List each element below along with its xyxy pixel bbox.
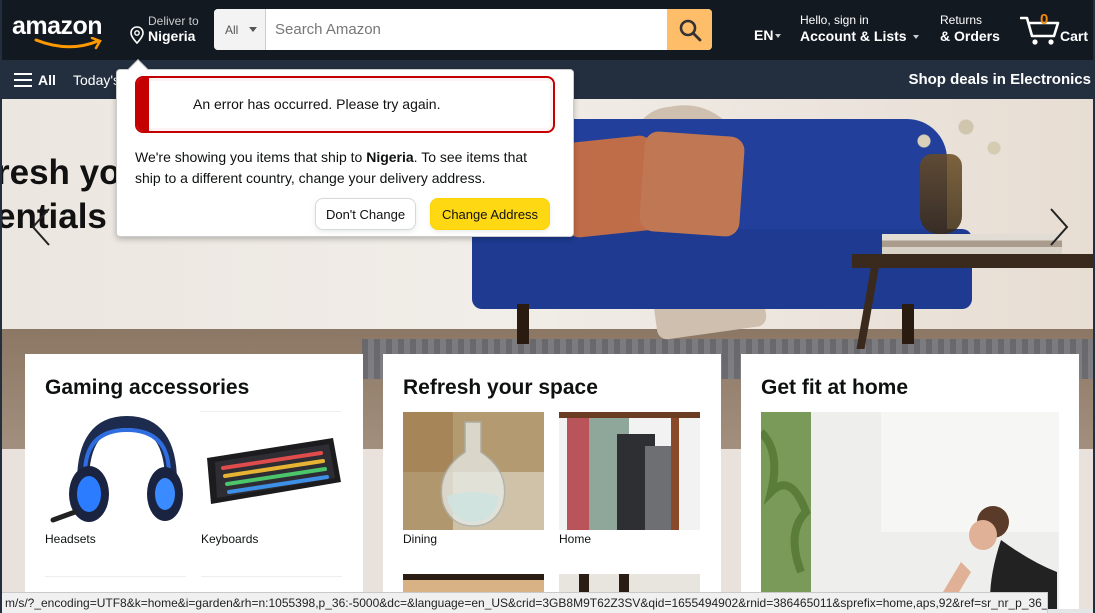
account-menu[interactable]: Hello, sign in Account & Lists [800, 13, 919, 44]
location-pin-icon [130, 26, 144, 44]
delivery-location-popover: An error has occurred. Please try again.… [116, 59, 574, 237]
dont-change-button[interactable]: Don't Change [315, 198, 416, 230]
chevron-down-icon [912, 35, 919, 40]
error-message: An error has occurred. Please try again. [193, 96, 441, 112]
card-title: Refresh your space [403, 376, 598, 399]
hamburger-icon [14, 73, 32, 87]
language-selector[interactable]: EN [754, 27, 782, 43]
chevron-down-icon [775, 34, 782, 39]
tile-dining[interactable] [403, 412, 544, 530]
tile-label-headsets[interactable]: Headsets [45, 532, 96, 546]
chevron-down-icon [249, 27, 257, 32]
carousel-next-icon[interactable] [1048, 207, 1070, 247]
search-department-label: All [225, 23, 239, 37]
tile-fitness[interactable] [761, 412, 1059, 609]
account-greeting: Hello, sign in [800, 13, 869, 27]
browser-status-bar: m/s/?_encoding=UTF8&k=home&i=garden&rh=n… [2, 592, 1048, 613]
card-get-fit-at-home: Get fit at home [741, 354, 1079, 609]
card-gaming-accessories: Gaming accessories Headsets Keyboards [25, 354, 363, 609]
delivery-message: We're showing you items that ship to Nig… [135, 149, 528, 186]
card-title: Gaming accessories [45, 376, 250, 399]
headset-icon [45, 412, 186, 530]
card-refresh-your-space: Refresh your space Dining Home [383, 354, 721, 609]
cart-button[interactable]: 0 Cart [1020, 10, 1093, 50]
carousel-prev-icon[interactable] [30, 207, 52, 247]
account-lists-label: Account & Lists [800, 28, 907, 44]
change-address-button[interactable]: Change Address [430, 198, 550, 230]
coffee-table-image [852, 254, 1093, 268]
home-towels-image [559, 412, 700, 530]
tile-label-dining[interactable]: Dining [403, 532, 437, 546]
cart-label: Cart [1060, 28, 1089, 44]
amazon-page: amazon Deliver to Nigeria All Search Ama… [0, 0, 1095, 613]
search-input[interactable] [266, 9, 667, 50]
todays-deals-link[interactable]: Today's [73, 72, 120, 88]
shop-deals-electronics-link[interactable]: Shop deals in Electronics [908, 71, 1091, 88]
cart-count: 0 [1040, 11, 1049, 28]
tile-label-keyboards[interactable]: Keyboards [201, 532, 258, 546]
language-label: EN [754, 27, 774, 43]
search-department-select[interactable]: All [214, 9, 266, 50]
tile-keyboards[interactable] [201, 412, 342, 530]
tile-headsets[interactable] [45, 412, 186, 530]
returns-orders[interactable]: Returns & Orders [940, 13, 1000, 44]
deliver-label: Deliver to [148, 14, 199, 28]
search-button[interactable] [667, 9, 712, 50]
tile-home[interactable] [559, 412, 700, 530]
fitness-image [761, 412, 1059, 609]
dining-decanter-image [403, 412, 544, 530]
deliver-country: Nigeria [148, 28, 196, 44]
error-alert: An error has occurred. Please try again. [135, 76, 555, 133]
search-icon [679, 19, 702, 42]
returns-label: Returns [940, 13, 983, 27]
all-menu-label: All [38, 72, 56, 88]
smile-arrow-icon [34, 37, 102, 50]
delivery-country: Nigeria [366, 149, 414, 165]
keyboard-icon [201, 412, 342, 530]
tile-label-home[interactable]: Home [559, 532, 591, 546]
top-nav: amazon Deliver to Nigeria All Search Ama… [2, 0, 1093, 60]
amazon-logo[interactable]: amazon [12, 12, 114, 50]
status-url: m/s/?_encoding=UTF8&k=home&i=garden&rh=n… [5, 596, 1048, 610]
orders-label: & Orders [940, 28, 1000, 44]
search-bar: All [214, 9, 712, 50]
card-title: Get fit at home [761, 376, 909, 399]
